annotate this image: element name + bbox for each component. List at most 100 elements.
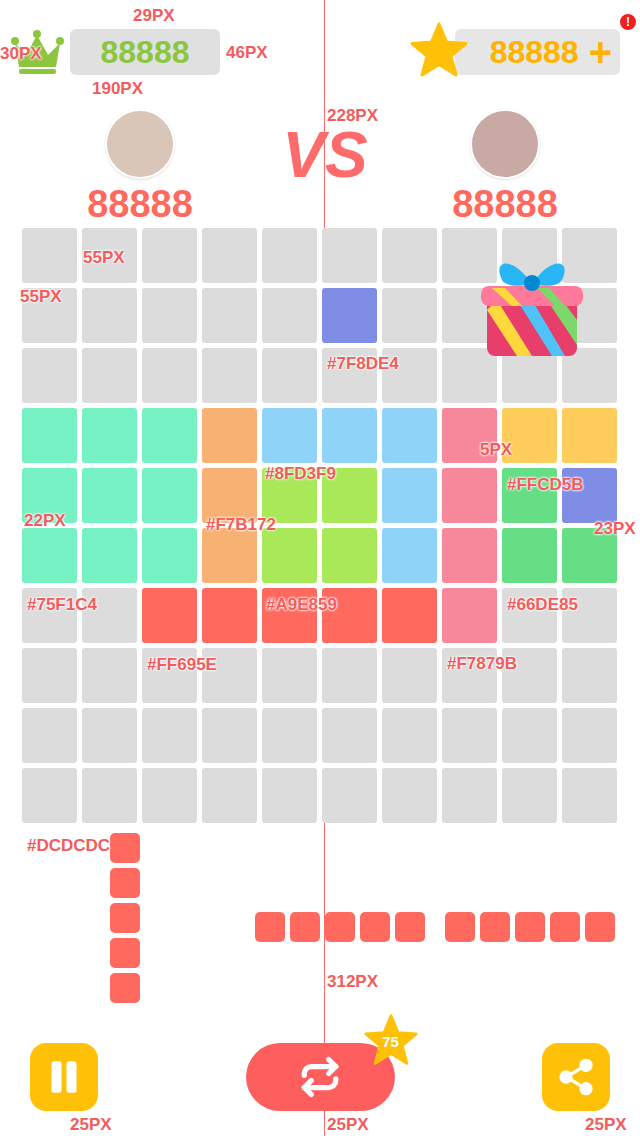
share-button[interactable] <box>542 1043 610 1111</box>
coin-bar: 88888+! <box>409 29 620 81</box>
spec-annotation: 312PX <box>327 972 378 992</box>
board-cell <box>142 528 197 583</box>
piece-cell <box>480 912 510 942</box>
board-cell <box>262 528 317 583</box>
spec-annotation: #66DE85 <box>507 595 578 615</box>
player-score: 88888 <box>87 183 193 225</box>
board-cell <box>82 348 137 403</box>
spec-annotation: 30PX <box>0 44 42 64</box>
spec-annotation: #F7B172 <box>206 515 276 535</box>
board-cell <box>142 228 197 283</box>
star-icon <box>409 21 469 81</box>
coin-count: 88888 <box>490 36 579 68</box>
board-cell <box>202 348 257 403</box>
player-left: 88888 <box>0 109 280 225</box>
board-cell <box>322 408 377 463</box>
board-cell <box>82 288 137 343</box>
piece-cell <box>325 912 355 942</box>
versus-row: 88888 VS 88888 <box>0 109 640 225</box>
board-cell <box>442 768 497 823</box>
game-screen: 8888888888+!88888VS888887529PX30PX46PX19… <box>0 0 640 1136</box>
guide-line <box>324 1111 325 1136</box>
piece-cell <box>110 973 140 1003</box>
spec-annotation: 228PX <box>327 106 378 126</box>
board-cell <box>262 408 317 463</box>
board-cell <box>22 408 77 463</box>
spec-annotation: #7F8DE4 <box>327 354 399 374</box>
share-icon <box>556 1057 596 1097</box>
game-board[interactable] <box>22 228 617 823</box>
board-cell <box>142 348 197 403</box>
coin-box: 88888+! <box>455 29 620 75</box>
board-cell <box>262 288 317 343</box>
board-cell <box>382 528 437 583</box>
board-cell <box>202 468 257 523</box>
spec-annotation: #DCDCDC <box>27 836 110 856</box>
vs-label: VS <box>282 123 367 225</box>
board-cell <box>502 768 557 823</box>
board-cell <box>562 348 617 403</box>
board-cell <box>322 288 377 343</box>
board-cell <box>382 228 437 283</box>
piece-cell <box>585 912 615 942</box>
header: 8888888888+!88888VS88888 <box>0 0 640 228</box>
board-cell <box>262 648 317 703</box>
piece-cell <box>255 912 285 942</box>
player-score: 88888 <box>452 183 558 225</box>
board-cell <box>502 708 557 763</box>
pause-button[interactable] <box>30 1043 98 1111</box>
board-cell <box>202 528 257 583</box>
board-cell <box>382 288 437 343</box>
spec-annotation: 25PX <box>70 1115 112 1135</box>
piece-cell <box>395 912 425 942</box>
piece[interactable] <box>110 833 140 1003</box>
player-avatar <box>105 109 175 179</box>
add-coins-button[interactable]: + <box>589 32 612 72</box>
best-score: 88888 <box>101 36 190 68</box>
spec-annotation: 29PX <box>133 6 175 26</box>
board-cell <box>562 768 617 823</box>
piece[interactable] <box>255 912 425 942</box>
board-cell <box>142 408 197 463</box>
piece-cell <box>515 912 545 942</box>
restart-button[interactable]: 75 <box>246 1043 395 1111</box>
board-cell <box>262 348 317 403</box>
piece-cell <box>290 912 320 942</box>
best-score-box: 88888 <box>70 29 220 75</box>
piece-cell <box>110 938 140 968</box>
spec-annotation: #A9E859 <box>266 595 337 615</box>
piece-cell <box>110 833 140 863</box>
piece-cell <box>110 903 140 933</box>
board-cell <box>442 348 497 403</box>
board-cell <box>442 588 497 643</box>
spec-annotation: 55PX <box>83 248 125 268</box>
spec-annotation: #FFCD5B <box>507 475 584 495</box>
top-bar: 8888888888+! <box>0 0 640 81</box>
board-cell <box>142 288 197 343</box>
board-cell <box>142 708 197 763</box>
board-cell <box>562 648 617 703</box>
guide-line <box>324 823 325 1043</box>
spec-annotation: 190PX <box>92 79 143 99</box>
board-cell <box>82 528 137 583</box>
board-cell <box>382 768 437 823</box>
piece[interactable] <box>445 912 615 942</box>
board-cell <box>202 768 257 823</box>
board-cell <box>562 708 617 763</box>
spec-annotation: 55PX <box>20 287 62 307</box>
board-cell <box>82 768 137 823</box>
board-cell <box>322 528 377 583</box>
board-cell <box>262 708 317 763</box>
player-avatar <box>470 109 540 179</box>
board-cell <box>22 768 77 823</box>
board-cell <box>322 708 377 763</box>
board-cell <box>22 528 77 583</box>
board-cell <box>262 228 317 283</box>
board-cell <box>442 528 497 583</box>
piece-cell <box>110 868 140 898</box>
board-cell <box>82 648 137 703</box>
guide-line <box>324 0 325 228</box>
board-cell <box>322 228 377 283</box>
piece-tray <box>0 823 640 1043</box>
spec-annotation: 23PX <box>594 519 636 539</box>
